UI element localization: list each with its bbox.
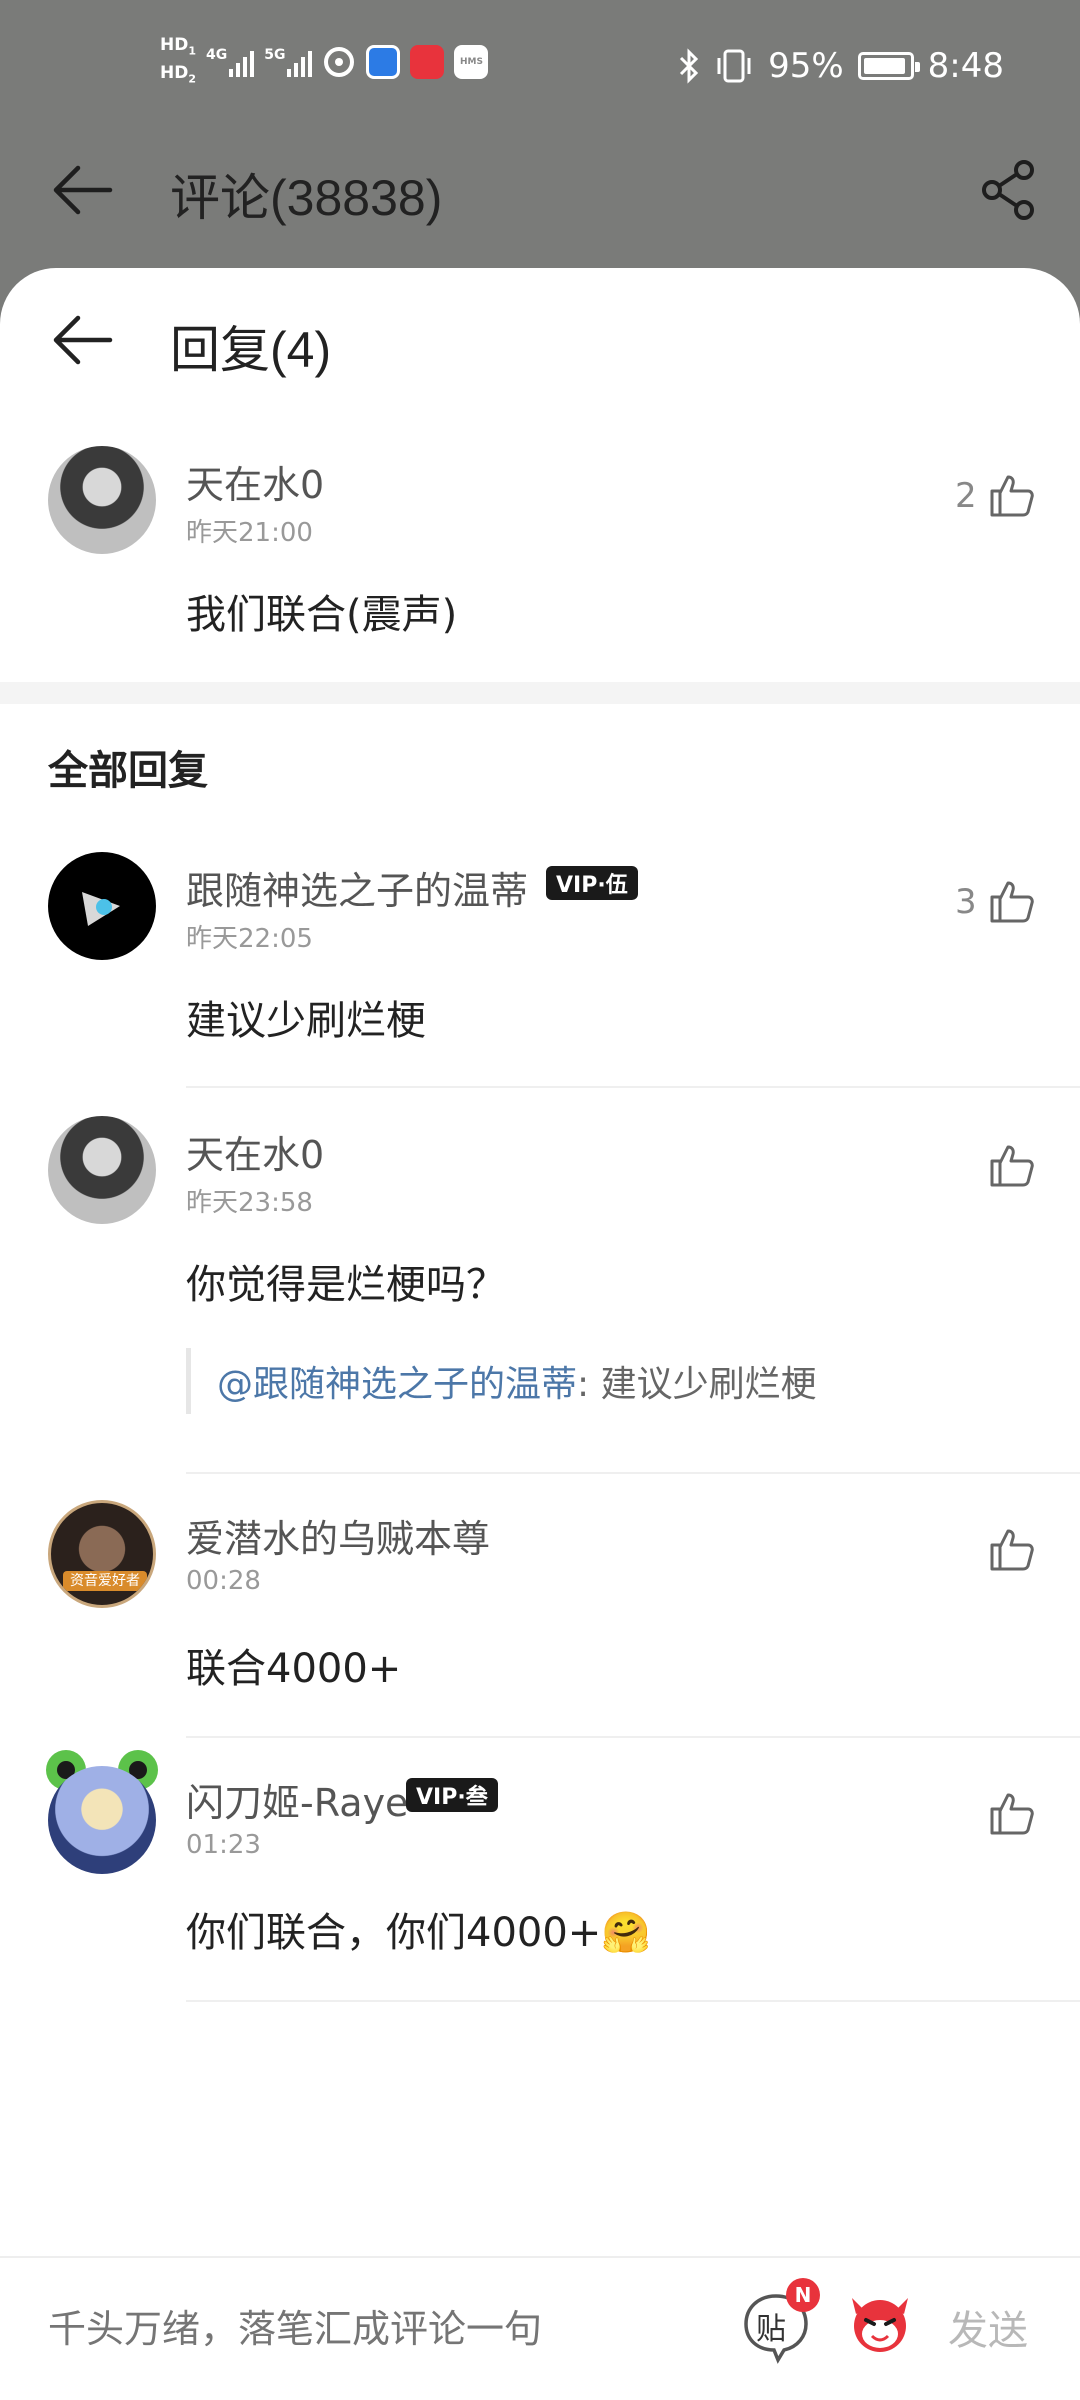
comment-text: 你们联合，你们4000+🤗 — [186, 1910, 652, 1956]
status-left-group: HD1 HD2 4G 5G HMS — [160, 36, 489, 89]
like-count: 3 — [955, 882, 977, 922]
comment-text: 联合4000+ — [186, 1646, 402, 1692]
username[interactable]: 天在水0 — [186, 1124, 324, 1179]
comment-time: 昨天23:58 — [186, 1188, 313, 1218]
signal-bars-icon — [229, 47, 255, 78]
reply-sheet: 回复(4) 天在水0 昨天21:00 2 我们联合(震声) 全部回复 跟随神选之… — [0, 268, 1080, 2400]
mention-link[interactable]: @跟随神选之子的温蒂 — [217, 1355, 577, 1407]
post-icon[interactable]: 贴 N — [738, 2278, 820, 2364]
row-divider — [186, 1472, 1080, 1474]
post-new-badge: N — [786, 2278, 820, 2312]
hd2-label: HD — [160, 63, 189, 84]
avatar[interactable] — [48, 446, 156, 554]
sheet-title: 回复(4) — [170, 322, 332, 378]
comment-time: 01:23 — [186, 1830, 261, 1860]
avatar[interactable] — [48, 1766, 156, 1874]
row-divider — [186, 1736, 1080, 1738]
comment-time: 昨天21:00 — [186, 518, 313, 548]
net2-label: 5G — [264, 47, 286, 64]
like-count: 2 — [955, 476, 977, 516]
avatar[interactable] — [48, 852, 156, 960]
battery-percent: 95% — [768, 46, 844, 86]
hms-app-icon: HMS — [454, 45, 489, 80]
vip-badge: VIP·伍 — [546, 866, 638, 900]
hd1-sub: 1 — [188, 44, 196, 58]
comment-time: 00:28 — [186, 1566, 261, 1596]
avatar[interactable] — [48, 1116, 156, 1224]
signal-5g: 5G — [264, 47, 313, 78]
comment-text: 你觉得是烂梗吗？ — [186, 1262, 506, 1308]
status-bar: HD1 HD2 4G 5G HMS 95% 8:48 — [0, 0, 1080, 140]
share-icon[interactable] — [976, 158, 1040, 222]
comment-input[interactable] — [48, 2304, 688, 2354]
hd-indicator: HD1 HD2 — [160, 36, 196, 89]
page-title: 评论(38838) — [170, 170, 443, 226]
hd2-sub: 2 — [188, 72, 196, 86]
status-right-group: 95% 8:48 — [678, 46, 1004, 86]
send-button[interactable]: 发送 — [948, 2298, 1028, 2356]
battery-fill — [863, 58, 906, 74]
thumbs-up-icon[interactable] — [988, 471, 1036, 519]
comment-bar: 贴 N 发送 — [0, 2256, 1080, 2400]
back-arrow-icon[interactable] — [50, 160, 114, 220]
section-divider — [0, 682, 1080, 704]
comment-text: 我们联合(震声) — [186, 592, 458, 638]
signal-bars-icon — [287, 47, 313, 78]
thumbs-up-icon[interactable] — [988, 1525, 1036, 1573]
avatar[interactable]: 资音爱好者 — [48, 1500, 156, 1608]
thumbs-up-icon[interactable] — [988, 877, 1036, 925]
back-arrow-icon[interactable] — [50, 310, 114, 370]
thumbs-up-icon[interactable] — [988, 1789, 1036, 1837]
hd1-label: HD — [160, 35, 189, 55]
thumbs-up-icon[interactable] — [988, 1141, 1036, 1189]
music-app-icon — [324, 47, 355, 78]
username[interactable]: 跟随神选之子的温蒂 — [186, 860, 528, 915]
vibrate-icon — [717, 49, 751, 83]
signal-4g: 4G — [206, 47, 255, 78]
username[interactable]: 天在水0 — [186, 454, 324, 509]
quoted-reply[interactable]: @跟随神选之子的温蒂: 建议少刷烂梗 — [186, 1348, 817, 1414]
net1-label: 4G — [206, 47, 228, 64]
comment-time: 昨天22:05 — [186, 924, 313, 954]
clock: 8:48 — [927, 46, 1004, 86]
bluetooth-icon — [680, 48, 699, 84]
avatar-badge: 资音爱好者 — [63, 1571, 147, 1591]
post-icon-label: 贴 — [756, 2312, 786, 2347]
browser-app-icon — [366, 45, 401, 80]
vip-badge: VIP·叁 — [406, 1778, 498, 1812]
battery-icon — [857, 52, 920, 80]
comment-text: 建议少刷烂梗 — [186, 998, 426, 1044]
reader-app-icon — [410, 45, 445, 80]
section-title: 全部回复 — [48, 748, 208, 794]
row-divider — [186, 2000, 1080, 2002]
username[interactable]: 爱潜水的乌贼本尊 — [186, 1508, 490, 1563]
avatar-figure-icon — [82, 892, 120, 926]
row-divider — [186, 1086, 1080, 1088]
quote-text: : 建议少刷烂梗 — [577, 1364, 817, 1405]
username[interactable]: 闪刀姬-Raye — [186, 1772, 408, 1827]
emoji-face-icon[interactable] — [842, 2284, 918, 2360]
